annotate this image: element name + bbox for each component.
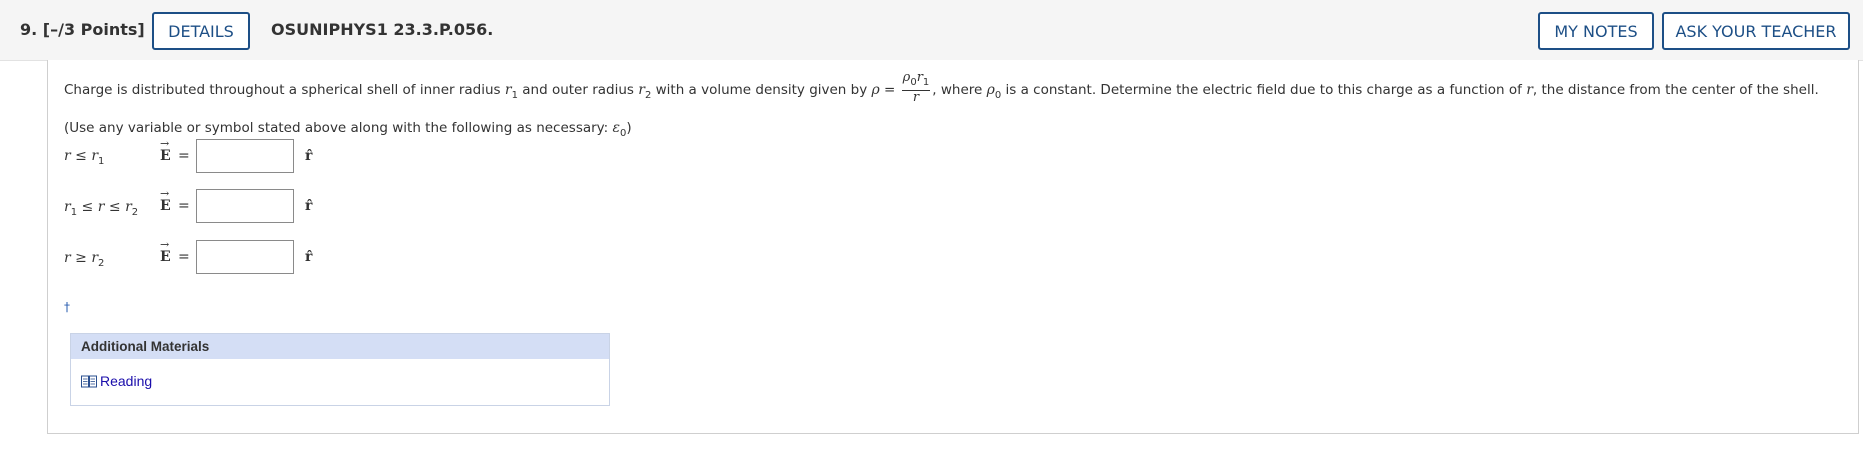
question-number: 9. [–/3 Points]: [20, 20, 145, 39]
details-button[interactable]: DETAILS: [152, 12, 250, 50]
equals-sign: =: [178, 249, 190, 265]
additional-materials-box: Additional Materials Reading: [70, 333, 610, 406]
question-id: OSUNIPHYS1 23.3.P.056.: [271, 20, 494, 39]
condition-label-1: r ≤ r1: [64, 148, 105, 167]
reading-link-label[interactable]: Reading: [100, 373, 152, 389]
additional-materials-title: Additional Materials: [71, 334, 609, 359]
equals-sign: =: [178, 148, 190, 164]
answer-input-1[interactable]: [196, 139, 294, 173]
question-prompt: Charge is distributed throughout a spher…: [64, 70, 1819, 140]
condition-label-2: r1 ≤ r ≤ r2: [64, 199, 139, 218]
e-field-symbol: → E: [160, 137, 171, 164]
answer-input-2[interactable]: [196, 189, 294, 223]
unit-vector-r-hat: r̂: [305, 148, 313, 164]
e-field-symbol: → E: [160, 238, 171, 265]
question-header: 9. [–/3 Points] DETAILS OSUNIPHYS1 23.3.…: [0, 0, 1863, 61]
my-notes-button[interactable]: MY NOTES: [1538, 12, 1654, 50]
unit-vector-r-hat: r̂: [305, 198, 313, 214]
answer-input-3[interactable]: [196, 240, 294, 274]
unit-vector-r-hat: r̂: [305, 249, 313, 265]
e-field-symbol: → E: [160, 187, 171, 214]
points-label: [–/3 Points]: [42, 20, 145, 39]
reading-link[interactable]: Reading: [81, 373, 152, 389]
book-icon: [81, 375, 97, 387]
density-fraction: ρ0r1 r: [901, 70, 931, 105]
ask-your-teacher-button[interactable]: ASK YOUR TEACHER: [1662, 12, 1850, 50]
equals-sign: =: [178, 198, 190, 214]
footnote-dagger-link[interactable]: †: [64, 300, 70, 314]
condition-label-3: r ≥ r2: [64, 250, 105, 269]
